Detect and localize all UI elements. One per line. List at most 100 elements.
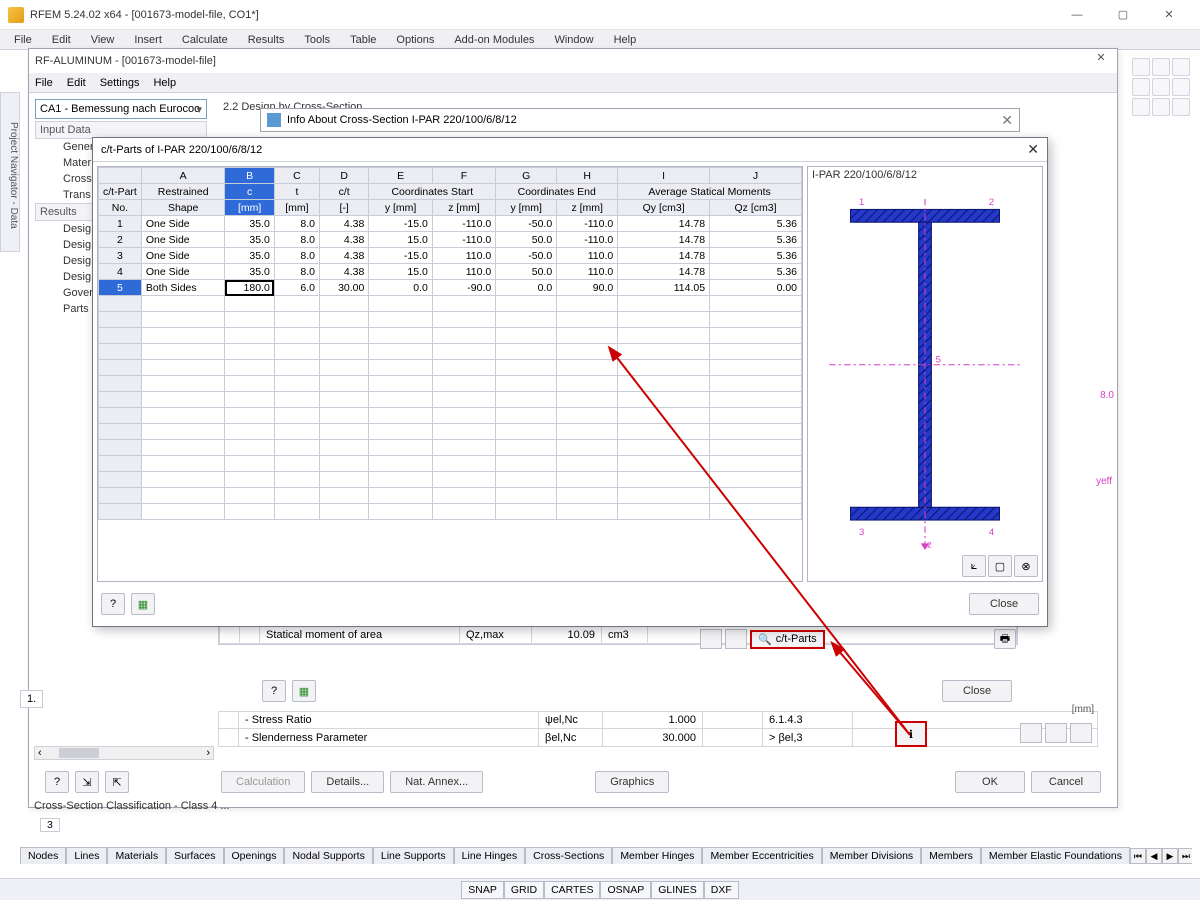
sr-label: - Slenderness Parameter — [239, 729, 539, 747]
view-icon[interactable] — [1020, 723, 1042, 743]
view-buttons — [1020, 723, 1092, 743]
app-title: RFEM 5.24.02 x64 - [001673-model-file, C… — [30, 9, 1054, 21]
project-navigator-tab[interactable]: Project Navigator - Data — [0, 92, 20, 252]
ct-dialog-close[interactable]: ✕ — [1027, 141, 1039, 158]
sr-compare: > βel,3 — [763, 729, 853, 747]
module-close-button[interactable]: ✕ — [1091, 51, 1111, 69]
tool-icon[interactable] — [1172, 98, 1190, 116]
excel-icon[interactable]: ▦ — [292, 680, 316, 702]
tab-member-div[interactable]: Member Divisions — [822, 847, 921, 864]
menu-help[interactable]: Help — [606, 32, 645, 48]
tab-member-ecc[interactable]: Member Eccentricities — [702, 847, 821, 864]
tab-nodal-supports[interactable]: Nodal Supports — [284, 847, 372, 864]
module-menu-help[interactable]: Help — [153, 77, 176, 89]
menu-tools[interactable]: Tools — [296, 32, 338, 48]
maximize-button[interactable]: ▢ — [1100, 0, 1146, 30]
menu-table[interactable]: Table — [342, 32, 384, 48]
minimize-button[interactable]: — — [1054, 0, 1100, 30]
graphics-button[interactable]: Graphics — [595, 771, 669, 793]
tab-member-elastic[interactable]: Member Elastic Foundations — [981, 847, 1130, 864]
ct-parts-table[interactable]: ABCDEFGHIJc/t-PartRestrainedctc/tCoordin… — [97, 166, 803, 582]
section-preview: I-PAR 220/100/6/8/12 1 2 3 4 z — [807, 166, 1043, 582]
preview-title: I-PAR 220/100/6/8/12 — [808, 167, 1042, 183]
tab-nav-first[interactable]: ⏮ — [1130, 848, 1146, 864]
menu-options[interactable]: Options — [388, 32, 442, 48]
module-menu-edit[interactable]: Edit — [67, 77, 86, 89]
glines-toggle[interactable]: GLINES — [651, 881, 704, 899]
menu-view[interactable]: View — [83, 32, 123, 48]
view-icon[interactable] — [1045, 723, 1067, 743]
tool-icon[interactable] — [1172, 58, 1190, 76]
app-icon — [8, 7, 24, 23]
main-menubar: File Edit View Insert Calculate Results … — [0, 30, 1200, 50]
menu-window[interactable]: Window — [546, 32, 601, 48]
pink-dimension: 8.0 — [1100, 390, 1114, 401]
tab-line-supports[interactable]: Line Supports — [373, 847, 454, 864]
info-button-highlighted[interactable]: ℹ — [895, 721, 927, 747]
bottom-tabs: Nodes Lines Materials Surfaces Openings … — [20, 844, 1192, 864]
tool-icon[interactable] — [1152, 58, 1170, 76]
menu-file[interactable]: File — [6, 32, 40, 48]
tool-icon[interactable] — [1152, 78, 1170, 96]
view-icon[interactable] — [1070, 723, 1092, 743]
preview-tool-icon[interactable]: ▢ — [988, 555, 1012, 577]
tab-nodes[interactable]: Nodes — [20, 847, 66, 864]
help-icon[interactable]: ? — [45, 771, 69, 793]
snap-toggle[interactable]: SNAP — [461, 881, 504, 899]
tool-icon[interactable] — [1132, 58, 1150, 76]
help-icon[interactable]: ? — [262, 680, 286, 702]
tool-icon[interactable] — [1152, 98, 1170, 116]
ct-close-button[interactable]: Close — [969, 593, 1039, 615]
menu-edit[interactable]: Edit — [44, 32, 79, 48]
ok-button[interactable]: OK — [955, 771, 1025, 793]
menu-addon[interactable]: Add-on Modules — [446, 32, 542, 48]
preview-tool-icon[interactable]: ⊗ — [1014, 555, 1038, 577]
preview-tool-icon[interactable]: ⟀ — [962, 555, 986, 577]
snap-bar: SNAP GRID CARTES OSNAP GLINES DXF — [0, 878, 1200, 900]
tab-member-hinges[interactable]: Member Hinges — [612, 847, 702, 864]
nat-annex-button[interactable]: Nat. Annex... — [390, 771, 483, 793]
ct-parts-button[interactable]: 🔍 c/t-Parts — [750, 630, 825, 649]
tab-nav-next[interactable]: ▶ — [1162, 848, 1178, 864]
module-menubar: File Edit Settings Help — [29, 73, 1117, 93]
module-menu-settings[interactable]: Settings — [100, 77, 140, 89]
tab-line-hinges[interactable]: Line Hinges — [454, 847, 525, 864]
menu-insert[interactable]: Insert — [126, 32, 170, 48]
row-indicator: 3 — [40, 818, 60, 832]
status-bar: Cross-Section Classification - Class 4 .… — [34, 800, 230, 812]
statical-moment-row: Statical moment of area Qz,max 10.09 cm3 — [218, 625, 1018, 645]
mid-close-button[interactable]: Close — [942, 680, 1012, 702]
excel-icon[interactable]: ▦ — [131, 593, 155, 615]
tab-openings[interactable]: Openings — [224, 847, 285, 864]
module-menu-file[interactable]: File — [35, 77, 53, 89]
cartes-toggle[interactable]: CARTES — [544, 881, 600, 899]
tab-nav-last[interactable]: ⏭ — [1178, 848, 1192, 864]
tool-icon[interactable] — [1132, 98, 1150, 116]
menu-results[interactable]: Results — [240, 32, 293, 48]
tool-icon[interactable] — [1132, 78, 1150, 96]
tab-nav-prev[interactable]: ◀ — [1146, 848, 1162, 864]
import-icon[interactable]: ⇱ — [105, 771, 129, 793]
printer-icon[interactable]: 🖶 — [994, 629, 1016, 649]
help-icon[interactable]: ? — [101, 593, 125, 615]
calculation-button[interactable]: Calculation — [221, 771, 305, 793]
grid-toggle[interactable]: GRID — [504, 881, 544, 899]
cancel-button[interactable]: Cancel — [1031, 771, 1101, 793]
tab-materials[interactable]: Materials — [107, 847, 166, 864]
section-icon[interactable] — [725, 629, 747, 649]
tab-surfaces[interactable]: Surfaces — [166, 847, 223, 864]
section-icon[interactable] — [700, 629, 722, 649]
tab-cross-sections[interactable]: Cross-Sections — [525, 847, 612, 864]
horizontal-scrollbar[interactable]: ‹› — [34, 746, 214, 760]
close-button[interactable]: ✕ — [1146, 0, 1192, 30]
osnap-toggle[interactable]: OSNAP — [600, 881, 651, 899]
dxf-toggle[interactable]: DXF — [704, 881, 739, 899]
tab-members[interactable]: Members — [921, 847, 981, 864]
tool-icon[interactable] — [1172, 78, 1190, 96]
export-icon[interactable]: ⇲ — [75, 771, 99, 793]
details-button[interactable]: Details... — [311, 771, 384, 793]
tab-lines[interactable]: Lines — [66, 847, 107, 864]
info-dialog-close[interactable]: ✕ — [1001, 112, 1013, 129]
menu-calculate[interactable]: Calculate — [174, 32, 236, 48]
case-combo[interactable]: CA1 - Bemessung nach Eurococ — [35, 99, 207, 119]
